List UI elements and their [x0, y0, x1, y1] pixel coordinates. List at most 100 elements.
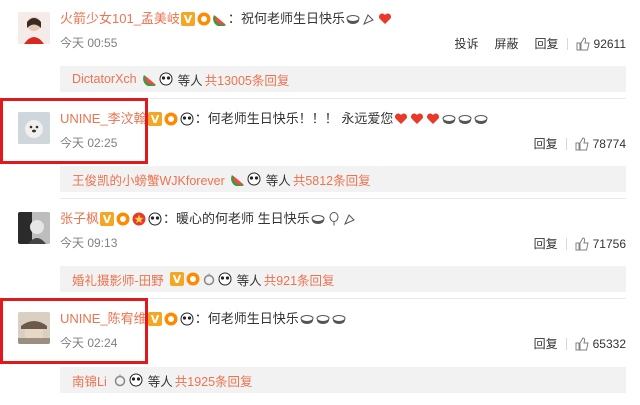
party-popper-icon — [343, 212, 357, 226]
comment-line: UNINE_陈宥维 V ： 何老师生日快乐 — [60, 309, 347, 329]
divider — [60, 98, 626, 99]
panda-icon — [148, 212, 162, 226]
comment-time: 今天 02:25 — [60, 136, 118, 150]
reply-username[interactable]: 南锦Li — [72, 371, 107, 390]
like-button[interactable]: 65332 — [567, 337, 626, 351]
heart-icon — [426, 112, 440, 126]
comment-line: 火箭少女101_孟美岐 V ： 祝何老师生日快乐 — [60, 9, 393, 29]
reply-summary[interactable]: 婚礼摄影师-田野 V 等人 共921条回复 — [60, 266, 626, 292]
like-button[interactable]: 78774 — [567, 137, 626, 151]
fan-badge-icon — [164, 312, 178, 326]
username-link[interactable]: UNINE_李汶翰 — [60, 109, 147, 129]
comment-text: 祝何老师生日快乐 — [240, 11, 345, 26]
username-link[interactable]: 张子枫 — [60, 209, 99, 229]
panda-icon — [247, 172, 261, 186]
cake-icon — [332, 312, 346, 326]
reply-suffix: 等人 — [147, 374, 173, 389]
fan-badge-icon — [164, 112, 178, 126]
reply-summary[interactable]: 王俊凯的小螃蟹WJKforever 等人 共5812条回复 — [60, 166, 626, 192]
watermelon-icon — [230, 172, 245, 187]
reply-count-link[interactable]: 共1925条回复 — [175, 371, 253, 390]
like-button[interactable]: 92611 — [568, 37, 626, 51]
reply-count-link[interactable]: 共13005条回复 — [205, 70, 290, 89]
thumbs-up-icon — [575, 336, 589, 350]
avatar[interactable] — [18, 312, 50, 344]
cake-icon — [346, 12, 360, 26]
panda-icon — [129, 373, 143, 387]
comment-line: UNINE_李汶翰 V ： 何老师生日快乐！！！ 永远爱您 — [60, 109, 489, 129]
avatar[interactable] — [18, 12, 50, 44]
cake-icon — [311, 212, 325, 226]
reply-suffix: 等人 — [265, 173, 291, 188]
svg-text:V: V — [172, 273, 181, 286]
cake-icon — [442, 112, 456, 126]
balloon-icon — [327, 212, 341, 226]
cake-icon — [458, 112, 472, 126]
svg-text:V: V — [103, 213, 112, 226]
heart-icon — [394, 112, 408, 126]
reply-count-link[interactable]: 共5812条回复 — [293, 170, 371, 189]
reply-button[interactable]: 回复 — [527, 35, 567, 52]
reply-count-link[interactable]: 共921条回复 — [264, 270, 335, 289]
comment-line: 张子枫 V ： 暖心的何老师 生日快乐 — [60, 209, 358, 229]
comment-actions: 投诉 屏蔽 回复 92611 — [446, 35, 626, 52]
reply-summary[interactable]: 南锦Li 等人 共1925条回复 — [60, 367, 626, 393]
comment-time: 今天 02:24 — [60, 336, 118, 350]
ring-icon — [202, 272, 216, 286]
comment-time: 今天 00:55 — [60, 36, 118, 50]
like-count: 78774 — [592, 136, 626, 151]
cake-icon — [474, 112, 488, 126]
heart-icon — [410, 112, 424, 126]
thumbs-up-icon — [576, 36, 590, 50]
vip-v-icon: V — [180, 12, 195, 26]
block-button[interactable]: 屏蔽 — [486, 35, 526, 52]
reply-username[interactable]: 婚礼摄影师-田野 — [72, 270, 164, 289]
like-count: 92611 — [593, 36, 626, 51]
vip-v-icon: V — [147, 312, 162, 326]
divider — [60, 298, 626, 299]
vip-v-icon: V — [147, 112, 162, 126]
comment-actions: 回复 71756 — [526, 235, 626, 252]
fan-badge-icon — [197, 12, 211, 26]
comment-time: 今天 09:13 — [60, 236, 118, 250]
comment-text: 暖心的何老师 生日快乐 — [176, 211, 310, 226]
svg-text:V: V — [184, 13, 193, 26]
reply-button[interactable]: 回复 — [526, 335, 566, 352]
username-link[interactable]: UNINE_陈宥维 — [60, 309, 147, 329]
cake-icon — [300, 312, 314, 326]
divider — [60, 198, 626, 199]
comment-actions: 回复 65332 — [526, 335, 626, 352]
report-button[interactable]: 投诉 — [446, 35, 486, 52]
like-count: 71756 — [592, 236, 626, 251]
vip-v-icon: V — [100, 212, 115, 226]
comment-text: 何老师生日快乐！！！ 永远爱您 — [207, 111, 394, 126]
party-popper-icon — [362, 12, 376, 26]
fan-badge-icon — [186, 272, 200, 286]
like-button[interactable]: 71756 — [567, 237, 626, 251]
vip-v-icon: V — [169, 272, 184, 286]
like-count: 65332 — [592, 336, 626, 351]
avatar[interactable] — [18, 112, 50, 144]
cake-icon — [316, 312, 330, 326]
avatar[interactable] — [18, 212, 50, 244]
svg-text:V: V — [150, 113, 159, 126]
star-badge-icon — [132, 212, 146, 226]
watermelon-icon — [213, 12, 227, 27]
username-link[interactable]: 火箭少女101_孟美岐 — [60, 9, 180, 29]
reply-suffix: 等人 — [236, 273, 262, 288]
comment-actions: 回复 78774 — [526, 135, 626, 152]
reply-summary[interactable]: DictatorXch 等人 共13005条回复 — [60, 66, 626, 92]
svg-text:V: V — [150, 313, 159, 326]
heart-icon — [378, 12, 392, 26]
reply-username[interactable]: DictatorXch — [72, 72, 137, 86]
thumbs-up-icon — [575, 136, 589, 150]
reply-button[interactable]: 回复 — [526, 135, 566, 152]
panda-icon — [218, 272, 232, 286]
reply-button[interactable]: 回复 — [526, 235, 566, 252]
reply-suffix: 等人 — [177, 73, 203, 88]
ring-icon — [113, 373, 127, 387]
comment-text: 何老师生日快乐 — [207, 311, 299, 326]
reply-username[interactable]: 王俊凯的小螃蟹WJKforever — [72, 170, 225, 189]
thumbs-up-icon — [575, 236, 589, 250]
fan-badge-icon — [116, 212, 130, 226]
